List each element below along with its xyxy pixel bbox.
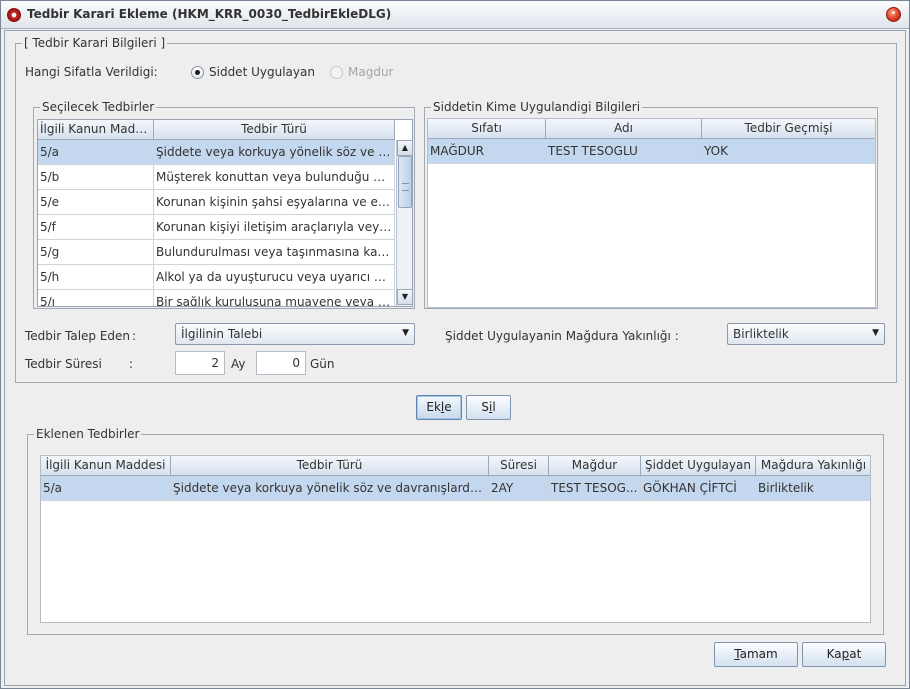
add-button[interactable]: Ekle [416,395,462,420]
table-cell-type: Şiddete veya korkuya yönelik söz ve davr… [154,140,395,164]
table-cell-name: TEST TESOGLU [546,139,702,163]
table-cell-article: 5/a [41,476,171,500]
column-header-victim[interactable]: Mağdur [549,456,641,476]
measure-info-legend: [ Tedbir Karari Bilgileri ] [22,36,168,50]
days-input[interactable]: 0 [256,351,306,375]
radio-victim [330,66,343,79]
table-cell-role: MAĞDUR [428,139,546,163]
close-button-label-end: at [849,647,862,661]
table-cell-history: YOK [702,139,875,163]
months-unit: Ay [231,357,246,371]
table-row[interactable]: 5/a Şiddete veya korkuya yönelik söz ve d… [41,476,870,501]
chevron-down-icon: ▼ [872,328,879,338]
table-cell-type: Bir sağlık kuruluşuna muayene veya tedav… [154,290,395,306]
close-button[interactable]: Kapat [802,642,886,667]
scroll-down-button[interactable]: ▼ [397,289,412,305]
table-cell-type: Bulundurulması veya taşınmasına kanun... [154,240,395,264]
table-header: Sıfatı Adı Tedbir Geçmişi [428,119,875,139]
delete-button-label: S [481,400,489,414]
column-header-history[interactable]: Tedbir Geçmişi [702,119,875,139]
radio-perpetrator-label[interactable]: Siddet Uygulayan [209,65,315,79]
table-cell-article: 5/ı [38,290,154,306]
table-row[interactable]: 5/g Bulundurulması veya taşınmasına kanun… [38,240,395,265]
column-header-perpetrator[interactable]: Şiddet Uygulayan [641,456,756,476]
days-unit: Gün [310,357,335,371]
table-cell-type: Alkol ya da uyuşturucu veya uyarıcı madd… [154,265,395,289]
table-cell-article: 5/g [38,240,154,264]
arrow-up-icon: ▲ [401,143,409,152]
measures-scrollbar[interactable]: ▲ ▼ [396,140,412,306]
table-row[interactable]: 5/e Korunan kişinin şahsi eşyalarına ve e… [38,190,395,215]
table-cell-type: Korunan kişinin şahsi eşyalarına ve ev e… [154,190,395,214]
arrow-down-icon: ▼ [401,292,409,301]
added-measures-legend: Eklenen Tedbirler [34,427,142,441]
applied-to-legend: Siddetin Kime Uygulandigi Bilgileri [431,100,643,114]
selectable-measures-legend: Seçilecek Tedbirler [40,100,157,114]
table-header: İlgili Kanun Madde... Tedbir Türü [38,120,395,140]
delete-button-label-end: l [492,400,496,414]
column-header-measure-type[interactable]: Tedbir Türü [154,120,395,140]
duration-label: Tedbir Süresi [25,357,102,371]
closeness-dropdown[interactable]: Birliktelik ▼ [727,323,885,345]
radio-victim-label: Magdur [348,65,394,79]
title-bar[interactable]: Tedbir Karari Ekleme (HKM_KRR_0030_Tedbi… [1,1,909,29]
close-window-button[interactable]: • [886,7,901,22]
requester-label: Tedbir Talep Eden [25,329,131,343]
table-header: İlgili Kanun Maddesi Tedbir Türü Süresi … [41,456,870,476]
requester-colon: : [132,329,137,343]
table-cell-perpetrator: GÖKHAN ÇİFTCİ [641,476,756,500]
app-emblem-icon [7,8,21,22]
window-title: Tedbir Karari Ekleme (HKM_KRR_0030_Tedbi… [27,7,392,21]
dialog-window: Tedbir Karari Ekleme (HKM_KRR_0030_Tedbi… [0,0,910,689]
table-cell-victim: TEST TESOG... [549,476,641,500]
requester-dropdown[interactable]: İlgilinin Talebi ▼ [175,323,415,345]
column-header-duration[interactable]: Süresi [489,456,549,476]
scroll-thumb[interactable] [398,156,412,208]
ok-button-label: amam [739,647,778,661]
column-header-closeness[interactable]: Mağdura Yakınlığı [756,456,870,476]
dialog-content: [ Tedbir Karari Bilgileri ] Hangi Sifatl… [4,30,906,686]
ok-button[interactable]: Tamam [714,642,798,667]
table-row[interactable]: 5/bMüşterek konuttan veya bulunduğu yerd… [38,165,395,190]
table-cell-article: 5/a [38,140,154,164]
add-button-label: Ek [426,400,441,414]
radio-perpetrator[interactable] [191,66,204,79]
table-cell-type: Şiddete veya korkuya yönelik söz ve davr… [171,476,489,500]
close-icon: • [890,8,897,19]
table-cell-closeness: Birliktelik [756,476,870,500]
table-cell-article: 5/e [38,190,154,214]
table-cell-article: 5/h [38,265,154,289]
column-header-article[interactable]: İlgili Kanun Madde... [38,120,154,140]
delete-button[interactable]: Sil [466,395,511,420]
duration-colon: : [129,357,134,371]
table-cell-type: Müşterek konuttan veya bulunduğu yerden.… [154,165,395,189]
table-row[interactable]: 5/ı Bir sağlık kuruluşuna muayene veya te… [38,290,395,306]
capacity-label: Hangi Sifatla Verildigi: [25,65,158,79]
column-header-role[interactable]: Sıfatı [428,119,546,139]
selectable-measures-table[interactable]: İlgili Kanun Madde... Tedbir Türü 5/a Şid… [37,119,413,307]
table-cell-article: 5/f [38,215,154,239]
table-cell-type: Korunan kişiyi iletişim araçlarıyla veya… [154,215,395,239]
added-measures-table[interactable]: İlgili Kanun Maddesi Tedbir Türü Süresi … [40,455,871,623]
scroll-up-button[interactable]: ▲ [397,140,412,156]
column-header-name[interactable]: Adı [546,119,702,139]
requester-value: İlgilinin Talebi [181,327,263,341]
table-row[interactable]: 5/f Korunan kişiyi iletişim araçlarıyla v… [38,215,395,240]
table-row[interactable]: MAĞDUR TEST TESOGLU YOK [428,139,875,164]
months-input[interactable]: 2 [175,351,225,375]
closeness-label: Şiddet Uygulayanin Mağdura Yakınlığı : [445,329,679,343]
table-row[interactable]: 5/h Alkol ya da uyuşturucu veya uyarıcı m… [38,265,395,290]
column-header-article[interactable]: İlgili Kanun Maddesi [41,456,171,476]
grip-icon [402,183,409,191]
close-button-label: Ka [826,647,842,661]
chevron-down-icon: ▼ [402,328,409,338]
table-row[interactable]: 5/a Şiddete veya korkuya yönelik söz ve d… [38,140,395,165]
add-button-label-end: e [444,400,452,414]
column-header-measure-type[interactable]: Tedbir Türü [171,456,489,476]
table-cell-duration: 2AY [489,476,549,500]
applied-to-table[interactable]: Sıfatı Adı Tedbir Geçmişi MAĞDUR TEST TES… [427,118,876,308]
closeness-value: Birliktelik [733,327,789,341]
table-cell-article: 5/b [38,165,154,189]
